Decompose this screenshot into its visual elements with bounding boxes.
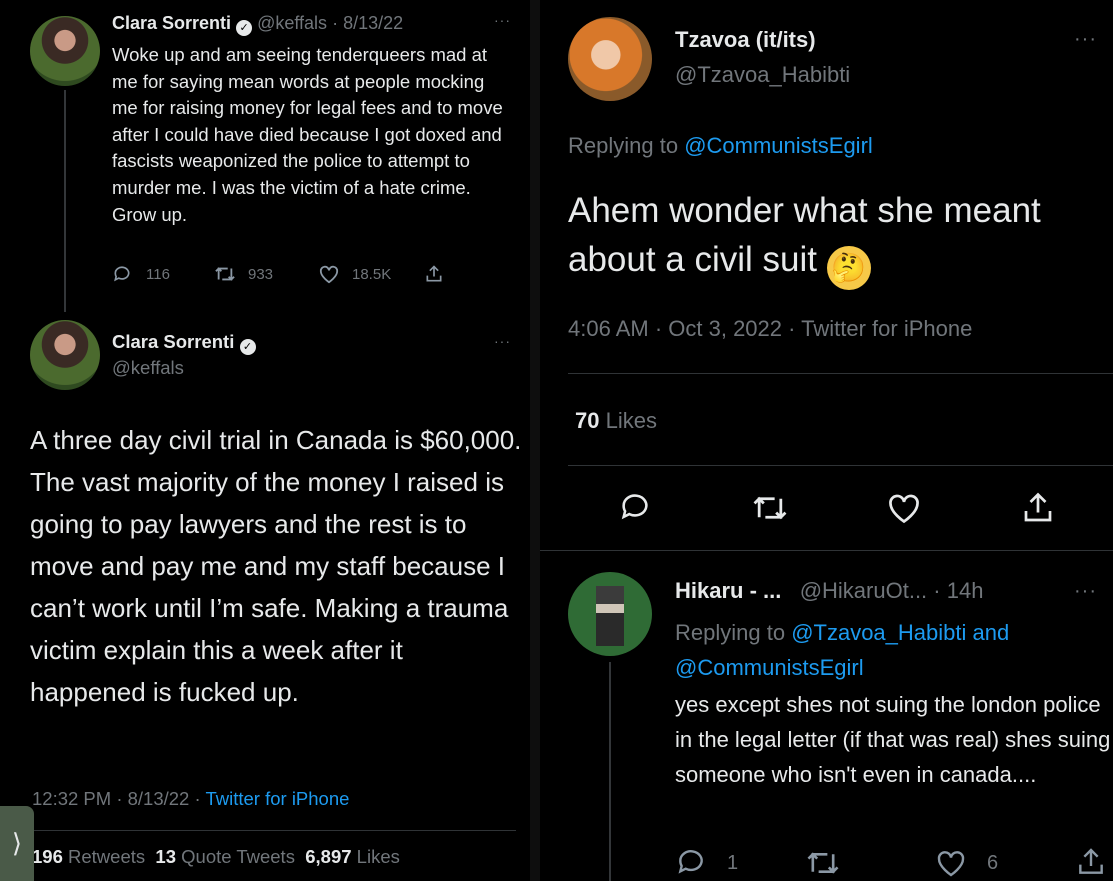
thinking-emoji: 🤔 [826,246,871,290]
reply-icon[interactable] [618,490,652,524]
like-button[interactable]: 18.5K [318,262,408,288]
replying-to-label: Replying to [568,133,685,158]
retweets-stat[interactable]: 196 Retweets [32,846,145,867]
reply-icon [112,264,132,284]
share-icon[interactable] [424,263,444,285]
avatar[interactable] [568,17,652,101]
tweet-text: Ahem wonder what she meant about a civil… [568,191,1041,279]
like-button[interactable]: 6 [935,846,1015,881]
reply-count: 1 [727,852,739,874]
likes-stat[interactable]: 6,897 Likes [305,846,400,867]
tweet-date[interactable]: 8/13/22 [343,13,403,33]
avatar[interactable] [30,16,100,86]
side-panel-tab[interactable]: ⟩ [0,806,34,881]
reply-time[interactable]: · 14h [933,578,983,603]
author-handle[interactable]: @HikaruOt... [800,578,927,603]
reply-text: yes except shes not suing the london pol… [675,692,1111,787]
reply-count: 116 [146,266,170,283]
author-handle[interactable]: @keffals [112,357,184,379]
retweet-icon[interactable] [805,847,841,879]
panel-gap [530,0,540,881]
divider [568,373,1113,374]
heart-icon[interactable] [886,491,922,525]
right-screenshot: Tzavoa (it/its) @Tzavoa_Habibti ··· Repl… [540,0,1113,881]
thread-line [609,662,611,881]
replying-to-link[interactable]: @CommunistsEgirl [684,133,873,158]
avatar[interactable] [568,572,652,656]
author-name[interactable]: Clara Sorrenti [112,331,234,352]
divider [568,465,1113,466]
more-icon[interactable]: ··· [494,333,511,349]
replying-to-label: Replying to [675,620,792,645]
left-screenshot: Clara Sorrenti ✓ @keffals · 8/13/22 ··· … [0,0,530,881]
retweet-button[interactable]: 933 [214,262,304,288]
avatar[interactable] [30,320,100,390]
divider [30,830,516,831]
reply-button[interactable]: 1 [675,846,755,881]
retweet-icon [214,264,236,284]
share-icon[interactable] [1020,490,1056,526]
like-count: 6 [987,852,999,874]
tweet-stats: 196 Retweets 13 Quote Tweets 6,897 Likes [32,846,400,868]
more-icon[interactable]: ··· [1074,28,1097,51]
heart-icon [935,847,967,879]
likes-stat[interactable]: 70 Likes [575,408,657,434]
verified-icon: ✓ [239,339,256,355]
author-name[interactable]: Hikaru - ... [675,578,781,603]
like-count: 18.5K [352,266,392,283]
reply-button[interactable]: 116 [112,262,192,288]
divider [540,550,1113,551]
author-handle[interactable]: @keffals [257,13,327,33]
tweet-timestamp[interactable]: 12:32 PM · 8/13/22 · [32,788,205,809]
thread-line [64,90,66,312]
retweet-count: 933 [248,266,274,283]
tweet-meta[interactable]: 4:06 AM · Oct 3, 2022 · Twitter for iPho… [568,316,972,342]
author-name[interactable]: Clara Sorrenti [112,13,231,33]
share-icon[interactable] [1075,846,1107,878]
retweet-icon[interactable] [750,491,790,525]
more-icon[interactable]: ··· [494,12,511,28]
tweet-text: A three day civil trial in Canada is $60… [30,425,522,707]
quotes-stat[interactable]: 13 Quote Tweets [155,846,295,867]
tweet-source[interactable]: Twitter for iPhone [205,788,349,809]
author-handle[interactable]: @Tzavoa_Habibti [675,62,850,88]
author-name[interactable]: Tzavoa (it/its) [675,27,816,53]
verified-icon: ✓ [236,20,253,36]
heart-icon [318,264,340,284]
tweet-text: Woke up and am seeing tenderqueers mad a… [112,44,503,225]
reply-icon [675,846,707,878]
more-icon[interactable]: ··· [1074,580,1097,603]
